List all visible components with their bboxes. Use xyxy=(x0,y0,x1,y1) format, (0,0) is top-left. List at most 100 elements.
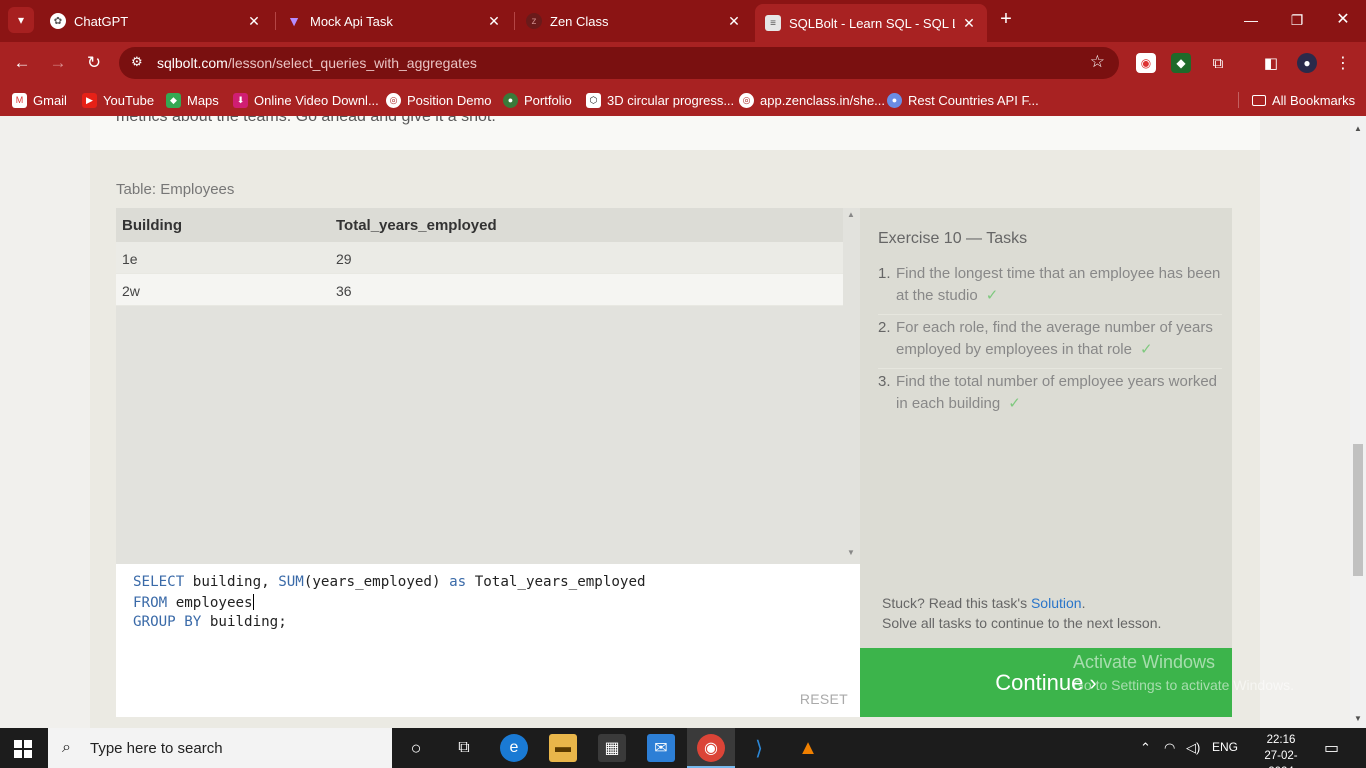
site-settings-icon[interactable]: ⚙ xyxy=(131,54,143,70)
solution-link[interactable]: Solution xyxy=(1031,595,1082,611)
scrollbar-thumb[interactable] xyxy=(1353,444,1363,576)
tasks-title: Exercise 10 — Tasks xyxy=(878,230,1028,247)
task-item: 3. Find the total number of employee yea… xyxy=(878,371,1222,422)
text-caret xyxy=(252,594,254,610)
arrow-right-icon: → xyxy=(49,53,67,72)
scroll-up-icon[interactable]: ▲ xyxy=(1354,124,1362,133)
task-item: 1. Find the longest time that an employe… xyxy=(878,263,1222,315)
minimize-button[interactable]: — xyxy=(1238,8,1264,32)
lesson-intro-text: metrics about the teams. Go ahead and gi… xyxy=(116,116,496,125)
chrome-icon[interactable]: ◉ xyxy=(697,734,725,762)
task-text: Find the total number of employee years … xyxy=(896,373,1217,412)
bookmark-label: Rest Countries API F... xyxy=(908,92,1039,108)
back-button[interactable]: ← xyxy=(9,51,35,75)
notifications-icon[interactable]: ▭ xyxy=(1324,738,1339,758)
globe-icon: ◎ xyxy=(739,92,754,108)
bookmark-maps[interactable]: ◆ Maps xyxy=(166,92,219,108)
results-scroll-up-icon[interactable]: ▲ xyxy=(847,210,855,219)
file-explorer-icon[interactable]: ▬ xyxy=(549,734,577,762)
store-icon[interactable]: ▦ xyxy=(598,734,626,762)
side-panel-icon[interactable]: ◧ xyxy=(1261,53,1281,73)
bookmark-label: Online Video Downl... xyxy=(254,92,379,108)
url-host: sqlbolt.com xyxy=(157,55,228,71)
start-button[interactable] xyxy=(14,740,32,758)
cortana-icon[interactable]: ○ xyxy=(402,734,430,762)
task-number: 2. xyxy=(878,319,891,336)
profile-avatar[interactable]: ● xyxy=(1297,53,1317,73)
checkmark-icon: ✓ xyxy=(1139,341,1153,358)
arrow-left-icon: ← xyxy=(13,53,31,72)
chevron-down-icon: ▾ xyxy=(17,13,25,27)
edge-icon[interactable]: e xyxy=(500,734,528,762)
bookmark-label: YouTube xyxy=(103,92,155,108)
tab-search-menu-button[interactable]: ▾ xyxy=(8,7,34,33)
taskbar-search-box[interactable]: ⌕ Type here to search xyxy=(48,728,392,768)
column-header-total-years: Total_years_employed xyxy=(336,217,497,234)
activate-windows-subtitle: Go to Settings to activate Windows. xyxy=(1073,677,1294,693)
column-header-building: Building xyxy=(122,217,182,234)
language-indicator[interactable]: ENG xyxy=(1212,740,1238,754)
results-scroll-down-icon[interactable]: ▼ xyxy=(847,548,855,557)
forward-button[interactable]: → xyxy=(45,51,71,75)
gmail-icon: M xyxy=(12,92,27,108)
sql-editor[interactable]: SELECT building, SUM(years_employed) as … xyxy=(116,564,860,717)
task-number: 3. xyxy=(878,373,891,390)
cell-building: 1e xyxy=(122,251,138,267)
vscode-icon[interactable]: ⟩ xyxy=(745,734,773,762)
tab-sqlbolt[interactable]: ≡ SQLBolt - Learn SQL - SQL Less ✕ xyxy=(755,4,987,42)
all-bookmarks[interactable]: All Bookmarks xyxy=(1252,92,1355,108)
browser-toolbar: ← → ↻ ⚙ sqlbolt.com/lesson/select_querie… xyxy=(0,42,1366,84)
bookmark-gmail[interactable]: M Gmail xyxy=(12,92,67,108)
mail-icon[interactable]: ✉ xyxy=(647,734,675,762)
close-icon[interactable]: ✕ xyxy=(246,13,262,30)
reset-button[interactable]: RESET xyxy=(800,691,848,707)
color-extension-icon[interactable]: ◉ xyxy=(1136,53,1156,73)
reload-button[interactable]: ↻ xyxy=(81,51,107,75)
chevron-up-icon[interactable]: ⌃ xyxy=(1140,740,1151,756)
cell-total-years: 36 xyxy=(336,283,352,299)
close-window-button[interactable]: ✕ xyxy=(1330,8,1356,32)
tab-mock-api[interactable]: ▼ Mock Api Task ✕ xyxy=(276,4,512,38)
close-icon[interactable]: ✕ xyxy=(726,13,742,30)
bookmark-rest-countries[interactable]: ● Rest Countries API F... xyxy=(887,92,1039,108)
zen-icon: z xyxy=(526,13,542,29)
tab-zen-class[interactable]: z Zen Class ✕ xyxy=(516,4,752,38)
tab-divider xyxy=(514,12,515,30)
close-icon[interactable]: ✕ xyxy=(486,13,502,30)
stuck-hint: Stuck? Read this task's Solution. xyxy=(882,595,1085,611)
task-view-icon[interactable]: ⧉ xyxy=(450,734,478,762)
codepen-icon: ⬡ xyxy=(586,92,601,108)
code-line-3: GROUP BY building; xyxy=(133,614,287,630)
vlc-icon[interactable]: ▲ xyxy=(794,734,822,762)
extensions-puzzle-icon[interactable]: ⧉ xyxy=(1208,53,1228,73)
bookmark-youtube[interactable]: ▶ YouTube xyxy=(82,92,154,108)
restore-icon: ❐ xyxy=(1290,12,1304,28)
tab-chatgpt[interactable]: ✿ ChatGPT ✕ xyxy=(40,4,272,38)
bookmark-3d-progress[interactable]: ⬡ 3D circular progress... xyxy=(586,92,734,108)
scroll-down-icon[interactable]: ▼ xyxy=(1354,714,1362,723)
query-results-panel[interactable]: Building Total_years_employed 1e 29 2w 3… xyxy=(116,208,860,564)
page-scrollbar[interactable]: ▲ ▼ xyxy=(1350,116,1366,728)
restore-button[interactable]: ❐ xyxy=(1284,8,1310,32)
new-tab-button[interactable]: + xyxy=(995,9,1017,31)
chatgpt-icon: ✿ xyxy=(50,13,66,29)
tab-label: Zen Class xyxy=(550,13,609,29)
close-icon[interactable]: ✕ xyxy=(961,15,977,32)
url-text[interactable]: sqlbolt.com/lesson/select_queries_with_a… xyxy=(157,55,477,71)
clock[interactable]: 22:16 27-02-2024 xyxy=(1256,732,1306,768)
bookmark-position-demo[interactable]: ◎ Position Demo xyxy=(386,92,492,108)
more-menu-icon[interactable]: ⋮ xyxy=(1333,53,1353,73)
maps-icon: ◆ xyxy=(166,92,181,108)
bookmark-portfolio[interactable]: ● Portfolio xyxy=(503,92,572,108)
network-icon[interactable]: ◠ xyxy=(1164,740,1175,756)
progress-note: Solve all tasks to continue to the next … xyxy=(882,615,1162,631)
bookmark-video-downloader[interactable]: ⬇ Online Video Downl... xyxy=(233,92,379,108)
code-line-1: SELECT building, SUM(years_employed) as … xyxy=(133,574,646,590)
extension-icon[interactable]: ◆ xyxy=(1171,53,1191,73)
exercise-card: Table: Employees Building Total_years_em… xyxy=(90,150,1260,728)
bookmark-star-icon[interactable]: ☆ xyxy=(1090,52,1105,72)
volume-icon[interactable]: ◁) xyxy=(1186,740,1200,756)
address-bar[interactable]: ⚙ sqlbolt.com/lesson/select_queries_with… xyxy=(119,47,1119,79)
bookmark-zenclass[interactable]: ◎ app.zenclass.in/she... xyxy=(739,92,885,108)
tab-strip: ▾ ✿ ChatGPT ✕ ▼ Mock Api Task ✕ z Zen Cl… xyxy=(0,0,1366,42)
